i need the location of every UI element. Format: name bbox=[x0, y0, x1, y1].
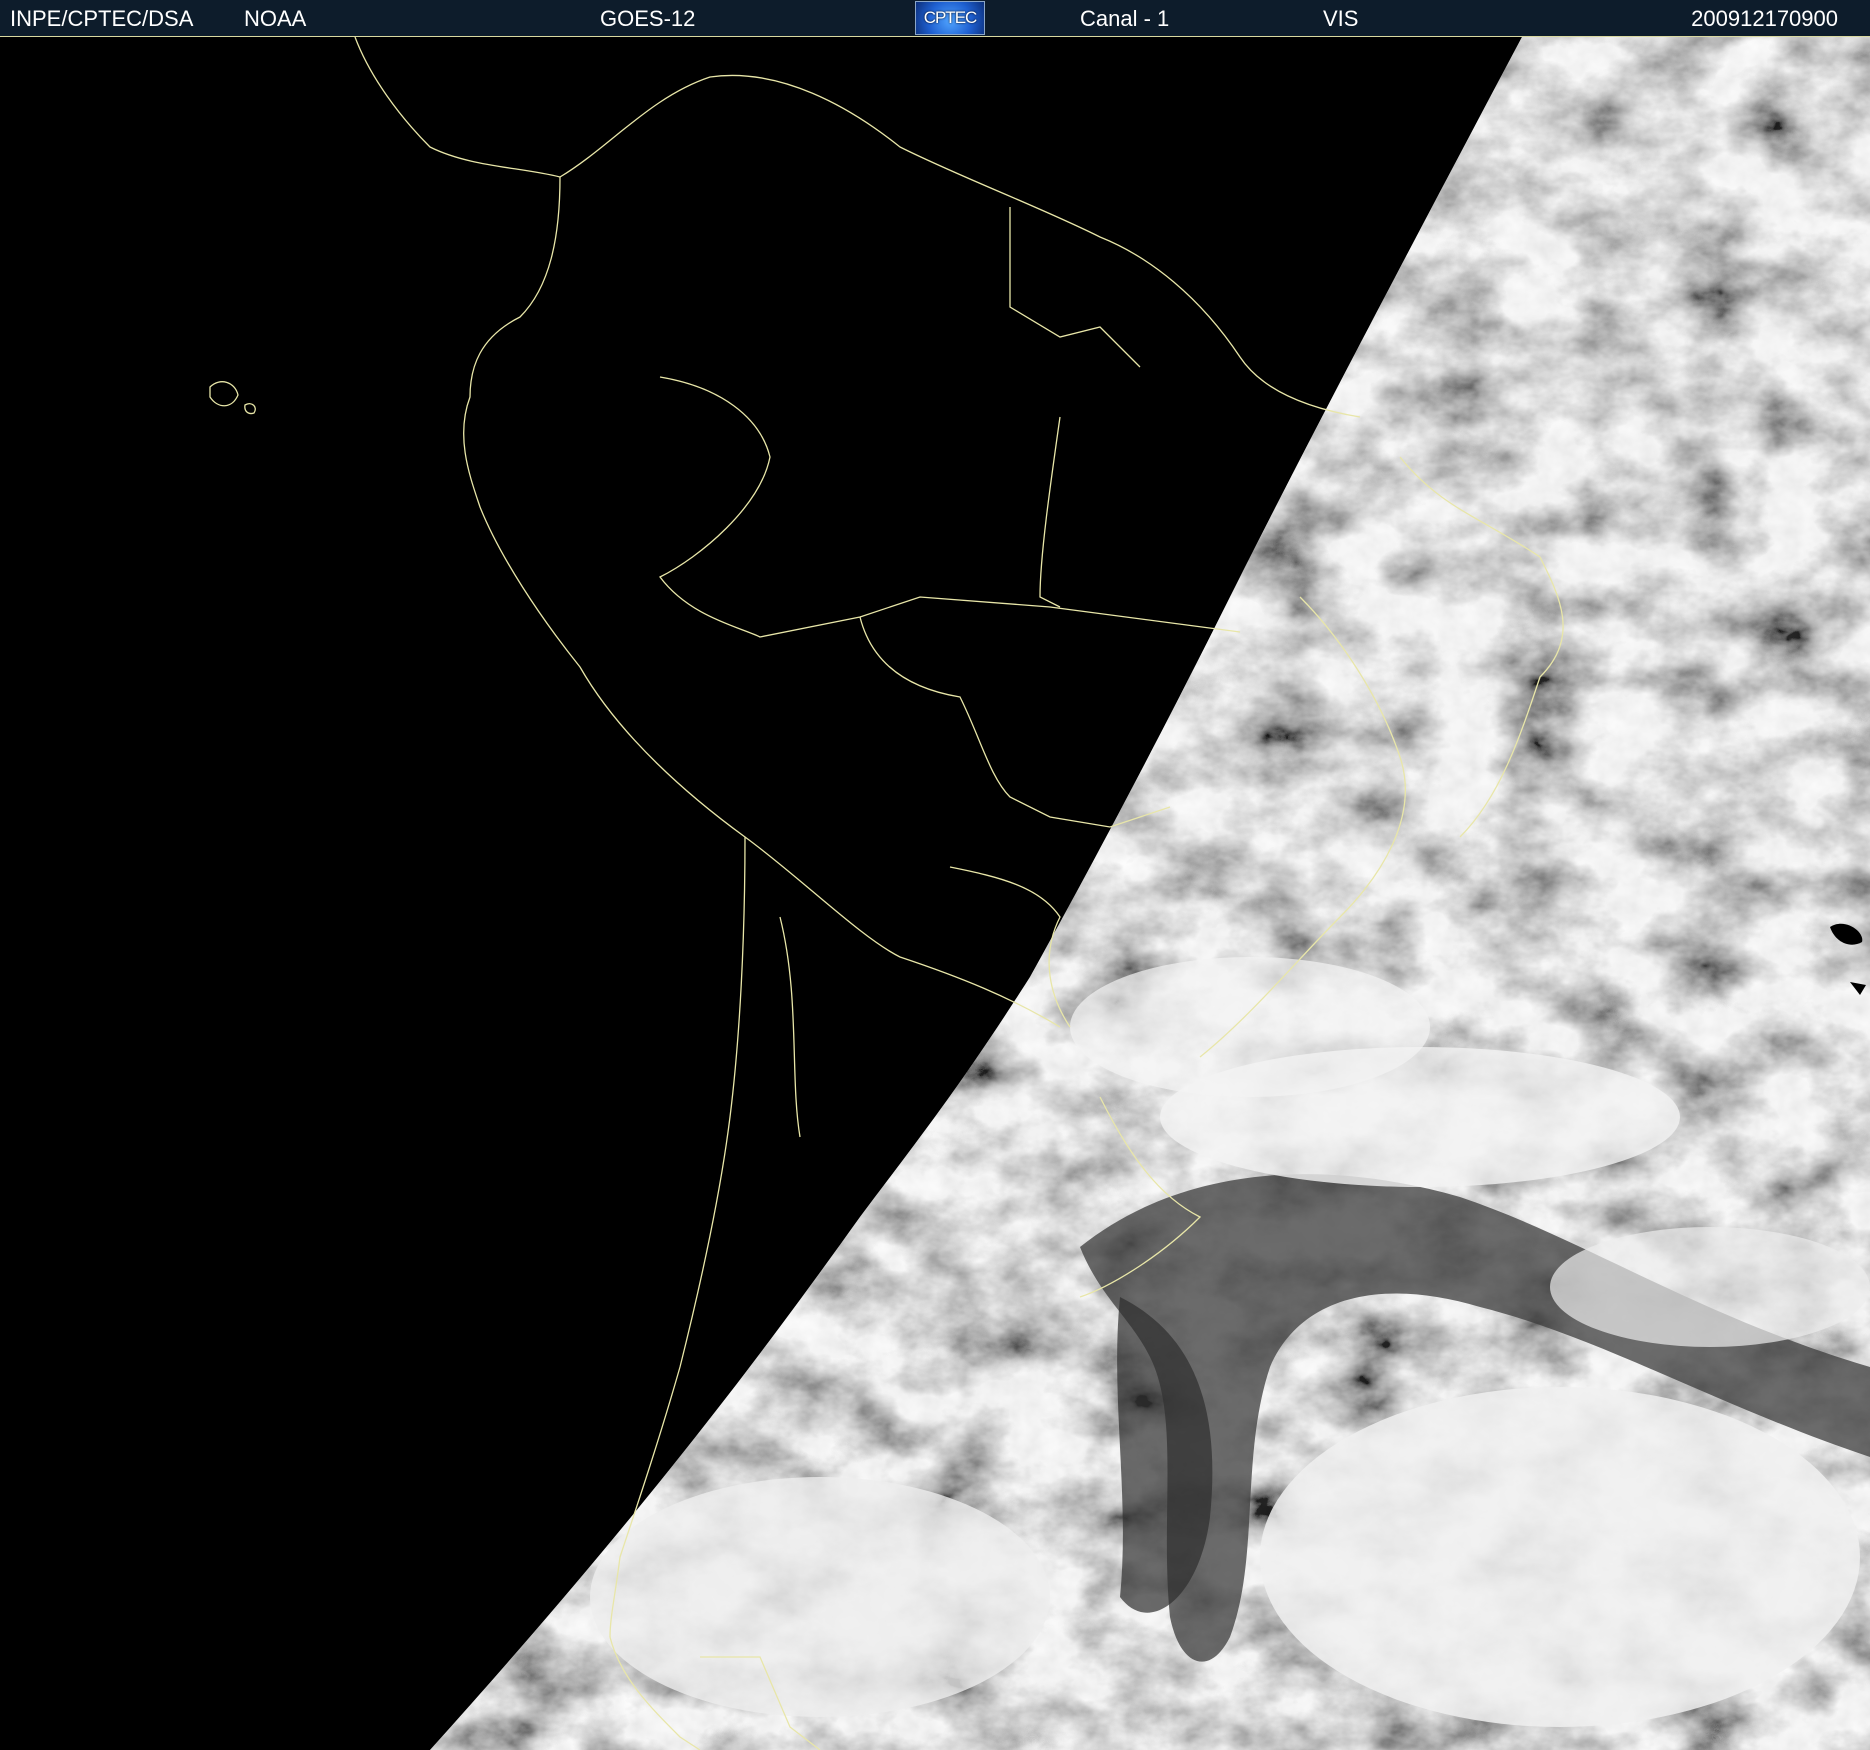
band-label: VIS bbox=[1323, 6, 1359, 31]
channel-label: Canal - 1 bbox=[1080, 6, 1170, 31]
agency-label: INPE/CPTEC/DSA bbox=[10, 6, 194, 31]
satellite-image bbox=[0, 37, 1870, 1750]
satellite-label: GOES-12 bbox=[600, 6, 696, 31]
satellite-image-svg bbox=[0, 37, 1870, 1750]
provider-label: NOAA bbox=[244, 6, 307, 31]
image-header-bar: INPE/CPTEC/DSA NOAA GOES-12 CPTEC Canal … bbox=[0, 0, 1870, 37]
cptec-logo-icon: CPTEC bbox=[915, 1, 985, 35]
timestamp-label: 200912170900 bbox=[1691, 6, 1838, 31]
